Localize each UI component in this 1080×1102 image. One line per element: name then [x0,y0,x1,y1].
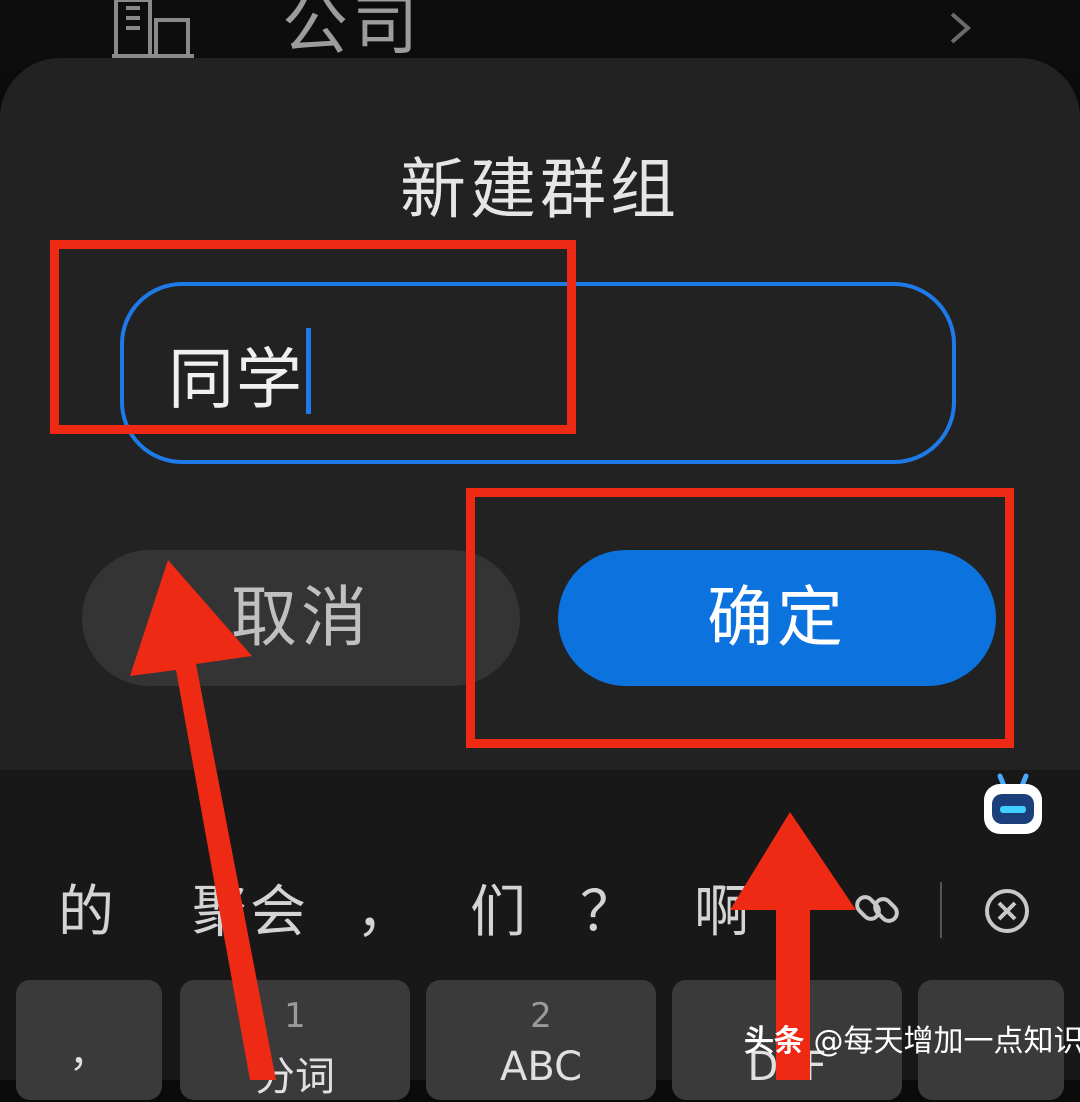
annotation-box-confirm [466,488,1014,748]
building-icon [112,0,194,58]
cancel-button[interactable]: 取消 [82,550,520,686]
key-label: 分词 [255,1054,335,1100]
candidate-word[interactable]: ， [356,878,412,948]
candidate-word[interactable]: 聚会 [192,878,308,948]
chevron-right-icon [950,12,972,44]
key-number: 1 [284,996,306,1036]
background-row-label: 公司 [282,0,422,64]
watermark-brand: 头条 [744,1024,804,1059]
candidate-word[interactable]: ？ [580,878,636,948]
key-label: ABC [499,1044,583,1090]
watermark-text: @每天增加一点知识 [813,1024,1080,1059]
key-1[interactable]: 1 分词 [180,980,410,1100]
link-icon[interactable] [852,884,902,934]
candidate-word[interactable]: 们 [470,878,526,948]
key-label: ， [69,1030,109,1076]
keyboard-bot-icon[interactable] [980,772,1046,838]
dialog-title: 新建群组 [400,151,680,228]
watermark: 头条 @每天增加一点知识 [744,1022,1080,1062]
candidate-divider [940,882,942,938]
cancel-button-label: 取消 [231,579,371,656]
candidate-word[interactable]: 啊 [694,878,750,948]
annotation-box-input [50,240,576,434]
key-comma[interactable]: ， [16,980,162,1100]
delete-icon[interactable] [982,886,1032,936]
key-2[interactable]: 2 ABC [426,980,656,1100]
key-number: 2 [530,996,552,1036]
candidate-word[interactable]: 的 [58,878,114,948]
